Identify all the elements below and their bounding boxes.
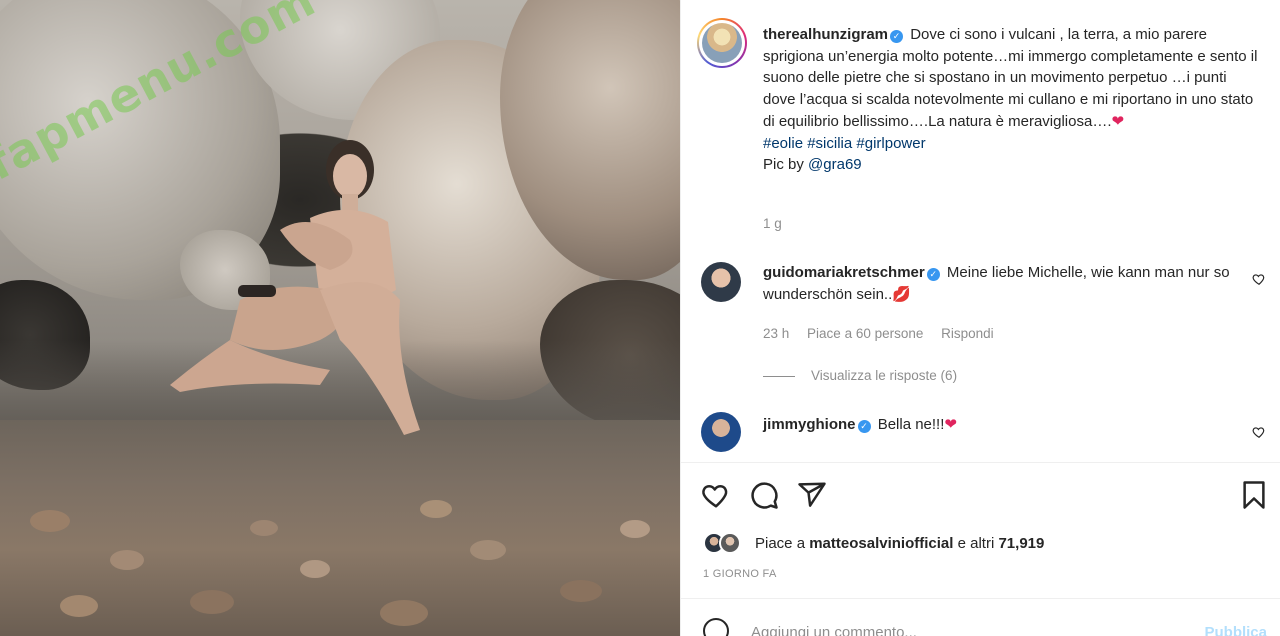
commenter-avatar[interactable] bbox=[701, 412, 741, 452]
commenter-avatar[interactable] bbox=[701, 262, 741, 302]
hashtag-sicilia[interactable]: #sicilia bbox=[807, 135, 852, 152]
verified-badge-icon: ✓ bbox=[926, 268, 940, 281]
likes-prefix: Piace a bbox=[755, 534, 806, 552]
verified-badge-icon: ✓ bbox=[857, 420, 871, 433]
view-replies-button[interactable]: Visualizza le risposte (6) bbox=[763, 368, 957, 383]
comment-likes[interactable]: Piace a 60 persone bbox=[807, 326, 923, 341]
share-icon[interactable] bbox=[797, 480, 827, 510]
likes-count[interactable]: 71,919 bbox=[998, 535, 1044, 552]
comment-actions: 23 h Piace a 60 persone Rispondi bbox=[763, 326, 1008, 341]
liker-username[interactable]: matteosalviniofficial bbox=[809, 535, 953, 552]
comment-input[interactable]: Aggiungi un commento... bbox=[751, 624, 917, 636]
add-comment-bar: Aggiungi un commento... Pubblica bbox=[681, 606, 1280, 636]
action-bar bbox=[701, 480, 1269, 512]
heart-emoji: ❤ bbox=[1111, 112, 1125, 130]
likes-summary: Piace a matteosalviniofficial e altri 71… bbox=[703, 532, 1044, 554]
divider-line bbox=[763, 375, 795, 377]
liker-avatar bbox=[719, 532, 741, 554]
heart-icon[interactable] bbox=[701, 480, 731, 510]
post-caption: therealhunzigram ✓ Dove ci sono i vulcani… bbox=[763, 24, 1263, 176]
emoji-icon[interactable] bbox=[703, 618, 729, 636]
water bbox=[0, 420, 680, 636]
post-image[interactable]: fapmenu.com bbox=[0, 0, 680, 636]
heart-emoji: ❤ bbox=[944, 416, 957, 433]
bookmark-icon[interactable] bbox=[1239, 480, 1269, 510]
likes-connector: e altri bbox=[957, 534, 995, 552]
comment-time[interactable]: 23 h bbox=[763, 326, 789, 341]
liker-avatars[interactable] bbox=[703, 532, 747, 554]
view-replies-label: Visualizza le risposte (6) bbox=[811, 368, 958, 383]
comment-username[interactable]: guidomariakretschmer bbox=[763, 264, 925, 281]
person-figure bbox=[170, 140, 420, 435]
comment-text: Bella ne!!! bbox=[877, 416, 945, 433]
post-age[interactable]: 1 g bbox=[763, 216, 782, 231]
author-avatar[interactable] bbox=[697, 18, 747, 68]
comment-item: guidomariakretschmer ✓ Meine liebe Michel… bbox=[763, 262, 1243, 305]
kiss-emoji: 💋 bbox=[892, 285, 911, 303]
photographer-mention[interactable]: @gra69 bbox=[808, 156, 862, 173]
divider bbox=[681, 462, 1280, 463]
verified-badge-icon: ✓ bbox=[890, 30, 904, 43]
comment-icon[interactable] bbox=[749, 480, 779, 510]
hashtag-eolie[interactable]: #eolie bbox=[763, 135, 803, 152]
hashtag-girlpower[interactable]: #girlpower bbox=[856, 135, 925, 152]
author-username[interactable]: therealhunzigram bbox=[763, 26, 888, 43]
comment-username[interactable]: jimmyghione bbox=[763, 416, 856, 433]
pic-by-label: Pic by bbox=[763, 156, 804, 174]
comment-item: jimmyghione ✓ Bella ne!!!❤ bbox=[763, 414, 1243, 436]
reply-button[interactable]: Rispondi bbox=[941, 326, 994, 341]
publish-button[interactable]: Pubblica bbox=[1204, 624, 1267, 636]
post-side-panel: therealhunzigram ✓ Dove ci sono i vulcani… bbox=[680, 0, 1280, 636]
comment-like-heart-icon[interactable] bbox=[1252, 425, 1266, 439]
post-timestamp[interactable]: 1 GIORNO FA bbox=[703, 568, 777, 580]
divider bbox=[681, 598, 1280, 599]
comment-like-heart-icon[interactable] bbox=[1252, 272, 1266, 286]
